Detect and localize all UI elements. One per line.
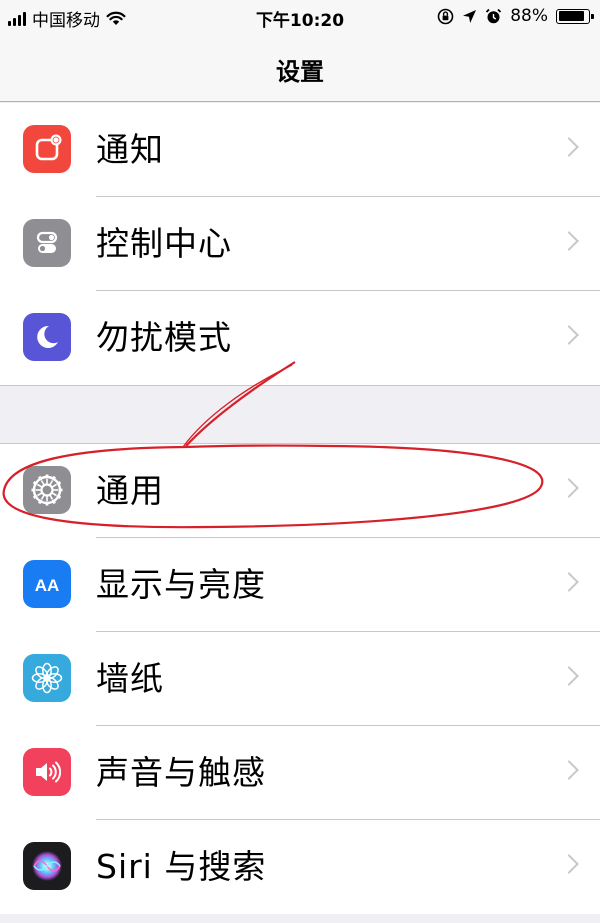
- settings-row-do-not-disturb[interactable]: 勿扰模式: [0, 291, 600, 385]
- display-brightness-icon: AA: [23, 560, 71, 608]
- settings-row-display-brightness[interactable]: AA 显示与亮度: [0, 538, 600, 632]
- status-right: 88%: [437, 6, 594, 26]
- chevron-right-icon: [559, 231, 579, 251]
- chevron-right-icon: [559, 854, 579, 874]
- display-icon-text: AA: [35, 576, 60, 595]
- settings-row-label: 显示与亮度: [96, 565, 266, 604]
- chevron-right-icon: [559, 325, 579, 345]
- location-arrow-icon: [463, 9, 477, 23]
- settings-row-label: 勿扰模式: [96, 318, 232, 357]
- settings-row-sounds-haptics[interactable]: 声音与触感: [0, 726, 600, 820]
- battery-percent: 88%: [510, 6, 548, 26]
- settings-row-control-center[interactable]: 控制中心: [0, 197, 600, 291]
- settings-group-1: 通知 控制中心 勿扰模式: [0, 103, 600, 386]
- settings-row-general[interactable]: 通用: [0, 444, 600, 538]
- chevron-right-icon: [559, 572, 579, 592]
- alarm-icon: [486, 8, 502, 23]
- settings-row-label: 通知: [96, 130, 164, 169]
- battery-icon: [556, 8, 594, 24]
- speaker-icon: [23, 748, 71, 796]
- siri-icon: [23, 842, 71, 890]
- notification-icon: [23, 125, 71, 173]
- cellular-signal-icon: [8, 11, 26, 26]
- settings-row-notifications[interactable]: 通知: [0, 103, 600, 197]
- settings-row-label: 通用: [96, 471, 164, 510]
- chevron-right-icon: [559, 137, 579, 157]
- gear-icon: [23, 466, 71, 514]
- navigation-bar: 设置: [0, 34, 600, 102]
- settings-row-wallpaper[interactable]: 墙纸: [0, 632, 600, 726]
- moon-icon: [23, 313, 71, 361]
- settings-row-label: 墙纸: [96, 659, 164, 698]
- page-title: 设置: [276, 58, 324, 86]
- status-bar: 中国移动 下午10:20 88%: [0, 0, 600, 34]
- battery-level-fill: [558, 11, 585, 21]
- settings-row-label: Siri 与搜索: [96, 847, 267, 886]
- settings-row-label: 声音与触感: [96, 753, 266, 792]
- settings-group-2: 通用 AA 显示与亮度 墙纸 声音与触感 Siri 与搜索: [0, 443, 600, 914]
- orientation-lock-icon: [437, 8, 454, 24]
- chevron-right-icon: [559, 478, 579, 498]
- settings-row-siri-search[interactable]: Siri 与搜索: [0, 820, 600, 914]
- status-left: 中国移动: [8, 6, 126, 31]
- settings-row-label: 控制中心: [96, 224, 232, 263]
- wallpaper-flower-icon: [23, 654, 71, 702]
- chevron-right-icon: [559, 666, 579, 686]
- chevron-right-icon: [559, 760, 579, 780]
- wifi-icon: [106, 11, 126, 25]
- control-center-icon: [23, 219, 71, 267]
- carrier-name: 中国移动: [32, 11, 100, 31]
